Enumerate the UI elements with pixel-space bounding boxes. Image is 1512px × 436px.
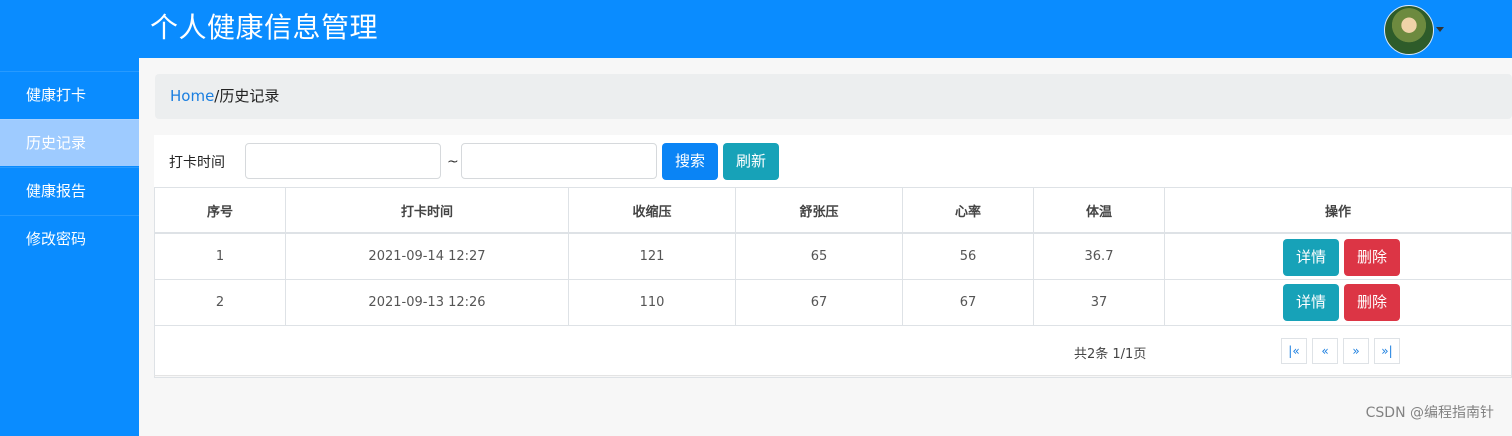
panel-bottom-border (154, 375, 1512, 376)
column-header-systolic: 收缩压 (568, 187, 736, 234)
user-avatar[interactable] (1384, 5, 1434, 55)
table-header-row: 序号 打卡时间 收缩压 舒张压 心率 体温 操作 (154, 187, 1512, 234)
delete-button[interactable]: 删除 (1344, 239, 1400, 276)
sidebar: 健康打卡 历史记录 健康报告 修改密码 (0, 58, 139, 436)
cell-time: 2021-09-14 12:27 (285, 232, 569, 280)
sidebar-item-history[interactable]: 历史记录 (0, 119, 139, 166)
column-header-index: 序号 (154, 187, 286, 234)
column-header-actions: 操作 (1164, 187, 1512, 234)
cell-index: 1 (154, 232, 286, 280)
filter-time-label: 打卡时间 (169, 155, 225, 171)
column-header-time: 打卡时间 (285, 187, 569, 234)
next-page-button[interactable]: » (1343, 338, 1369, 364)
range-separator: ~ (447, 154, 459, 170)
breadcrumb-home-link[interactable]: Home (170, 87, 214, 105)
detail-button[interactable]: 详情 (1283, 284, 1339, 321)
cell-systolic: 110 (568, 279, 736, 326)
delete-button[interactable]: 删除 (1344, 284, 1400, 321)
breadcrumb-current: 历史记录 (219, 87, 280, 105)
pagination-cell (154, 325, 1512, 378)
cell-temperature: 36.7 (1033, 232, 1165, 280)
cell-diastolic: 67 (735, 279, 903, 326)
column-header-temperature: 体温 (1033, 187, 1165, 234)
cell-index: 2 (154, 279, 286, 326)
refresh-button[interactable]: 刷新 (723, 143, 779, 180)
breadcrumb: Home/历史记录 (155, 74, 1512, 119)
detail-button[interactable]: 详情 (1283, 239, 1339, 276)
last-page-button[interactable]: »| (1374, 338, 1400, 364)
end-date-input[interactable] (461, 143, 657, 179)
pagination-info: 共2条 1/1页 (1074, 347, 1147, 362)
column-header-diastolic: 舒张压 (735, 187, 903, 234)
cell-diastolic: 65 (735, 232, 903, 280)
cell-heart-rate: 56 (902, 232, 1034, 280)
sidebar-item-health-checkin[interactable]: 健康打卡 (0, 71, 139, 118)
app-title: 个人健康信息管理 (150, 11, 379, 44)
previous-page-button[interactable]: « (1312, 338, 1338, 364)
column-header-heart-rate: 心率 (902, 187, 1034, 234)
cell-heart-rate: 67 (902, 279, 1034, 326)
pagination-row (154, 325, 1512, 378)
cell-temperature: 37 (1033, 279, 1165, 326)
search-button[interactable]: 搜索 (662, 143, 718, 180)
top-bar: 个人健康信息管理 (0, 0, 1512, 58)
chevron-down-icon[interactable] (1436, 27, 1444, 32)
first-page-button[interactable]: |« (1281, 338, 1307, 364)
sidebar-item-change-password[interactable]: 修改密码 (0, 215, 139, 262)
start-date-input[interactable] (245, 143, 441, 179)
watermark: CSDN @编程指南针 (1365, 405, 1494, 421)
records-table: 序号 打卡时间 收缩压 舒张压 心率 体温 操作 1 2021-09-14 12… (154, 187, 1512, 378)
cell-time: 2021-09-13 12:26 (285, 279, 569, 326)
sidebar-item-health-report[interactable]: 健康报告 (0, 167, 139, 214)
cell-systolic: 121 (568, 232, 736, 280)
